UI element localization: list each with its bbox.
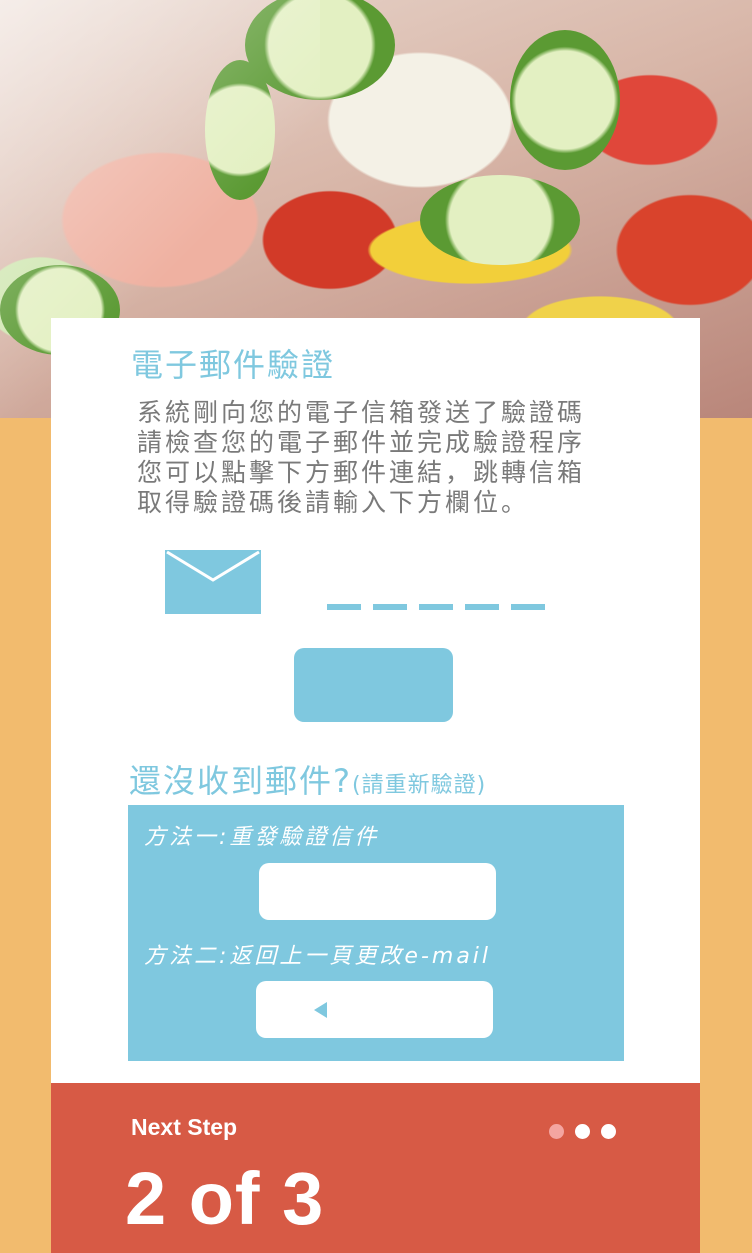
back-change-email-button[interactable]: [256, 981, 493, 1038]
left-arrow-icon: [314, 1002, 327, 1018]
instruction-line: 系統剛向您的電子信箱發送了驗證碼: [137, 398, 586, 427]
envelope-icon[interactable]: [165, 550, 261, 614]
method1-label: 方法一:重發驗證信件: [144, 825, 380, 850]
next-step-label[interactable]: Next Step: [131, 1114, 237, 1141]
instructions: 系統剛向您的電子信箱發送了驗證碼 請檢查您的電子郵件並完成驗證程序 您可以點擊下…: [137, 398, 657, 518]
instruction-line: 取得驗證碼後請輸入下方欄位。: [137, 488, 530, 517]
step-dot: [575, 1124, 590, 1139]
step-footer: Next Step 2 of 3: [51, 1083, 700, 1253]
verification-code-input[interactable]: [327, 604, 545, 610]
instruction-line: 請檢查您的電子郵件並完成驗證程序: [137, 428, 586, 457]
resend-heading-text: 還沒收到郵件?: [129, 762, 352, 800]
resend-email-button[interactable]: [259, 863, 496, 920]
method2-label: 方法二:返回上一頁更改e-mail: [144, 944, 492, 969]
code-digit-slot[interactable]: [419, 604, 453, 610]
page-title: 電子郵件驗證: [131, 346, 336, 384]
resend-methods-panel: 方法一:重發驗證信件 方法二:返回上一頁更改e-mail: [128, 805, 624, 1061]
step-dot: [601, 1124, 616, 1139]
resend-heading: 還沒收到郵件?(請重新驗證): [129, 756, 486, 802]
step-progress-dots: [549, 1124, 616, 1139]
code-digit-slot[interactable]: [373, 604, 407, 610]
step-counter: 2 of 3: [125, 1157, 325, 1240]
step-dot-completed: [549, 1124, 564, 1139]
code-digit-slot[interactable]: [327, 604, 361, 610]
code-digit-slot[interactable]: [465, 604, 499, 610]
code-digit-slot[interactable]: [511, 604, 545, 610]
instruction-line: 您可以點擊下方郵件連結，跳轉信箱: [137, 458, 586, 487]
resend-heading-note: (請重新驗證): [352, 773, 487, 798]
cucumber-slice: [420, 175, 580, 265]
verification-card: 電子郵件驗證 系統剛向您的電子信箱發送了驗證碼 請檢查您的電子郵件並完成驗證程序…: [51, 318, 700, 1083]
verify-button[interactable]: [294, 648, 453, 722]
cucumber-slice: [510, 30, 620, 170]
